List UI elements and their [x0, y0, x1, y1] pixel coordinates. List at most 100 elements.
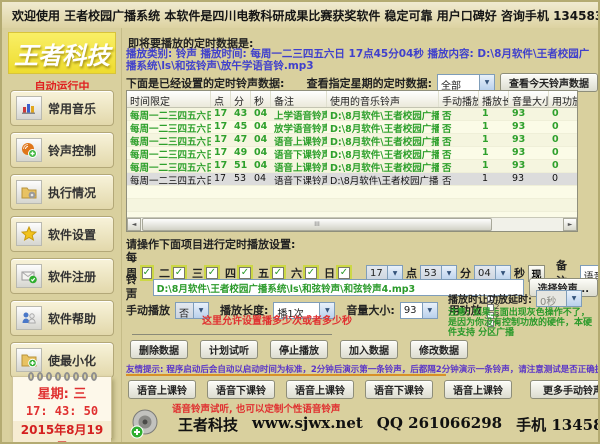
ring-control-icon	[16, 138, 42, 162]
cell-remark: 语音下课铃声	[271, 147, 327, 159]
cell-remark: 语音下课铃声	[271, 173, 327, 185]
footer-qq: QQ 261066298	[377, 414, 502, 435]
table-row[interactable]: 每周一二三四五六日 17 43 04 上学语音铃声 D:\8月软件\王者校园广播…	[127, 108, 577, 121]
action-button[interactable]: 停止播放	[270, 340, 328, 359]
sidebar-item-ring-control[interactable]: 铃声控制	[10, 132, 114, 168]
table-row[interactable]: 每周一二三四五六日 17 49 04 语音下课铃声 D:\8月软件\王者校园广播…	[127, 147, 577, 160]
chevron-down-icon[interactable]: ▼	[479, 75, 494, 90]
sidebar-item-label: 软件帮助	[48, 310, 96, 327]
column-header[interactable]: 手动播放	[439, 91, 479, 107]
cell-volume: 93	[509, 108, 549, 120]
column-header[interactable]: 秒	[251, 91, 271, 107]
footer-bar: 王者科技 www.sjwx.net QQ 261066298 手机 134583…	[128, 408, 600, 440]
table-header: 时间限定点分秒备注使用的音乐铃声手动播放播放长音量大小用功放	[127, 91, 577, 108]
clock-time: 17: 43: 50	[13, 404, 111, 418]
horizontal-scrollbar[interactable]: ◄ ⦀⦀ ►	[127, 217, 577, 231]
voice-bell-button[interactable]: 语音下课铃	[207, 380, 275, 399]
voice-bell-button[interactable]: 语音上课铃	[128, 380, 196, 399]
cell-hour: 17	[211, 160, 231, 172]
footer-website[interactable]: www.sjwx.net	[252, 414, 363, 435]
cell-time-limit: 每周一二三四五六日	[127, 134, 211, 146]
tip-underline	[126, 374, 446, 376]
table-row[interactable]: 每周一二三四五六日 17 53 04 语音下课铃声 D:\8月软件\王者校园广播…	[127, 173, 577, 186]
clock-weekday: 星期: 三	[13, 383, 111, 402]
column-header[interactable]: 使用的音乐铃声	[327, 91, 439, 107]
cell-length: 1	[479, 173, 509, 185]
column-header[interactable]: 用功放	[549, 91, 578, 107]
action-button[interactable]: 加入数据	[340, 340, 398, 359]
chevron-down-icon: ▼	[566, 291, 581, 306]
amp-note: 注意: 如果上面出现灰色操作不了，是因为你没有控制功放的硬件，本硬件支持 分区广…	[448, 308, 594, 338]
cell-volume: 93	[509, 147, 549, 159]
volume-select[interactable]: 93▼	[400, 302, 438, 319]
week-filter-label: 查看指定星期的定时数据:	[307, 75, 432, 91]
cell-amp: 0	[549, 147, 578, 159]
cell-manual: 否	[439, 121, 479, 133]
sidebar-item-label: 执行情况	[48, 184, 96, 201]
week-filter-select[interactable]: 全部 ▼	[437, 74, 495, 91]
column-header[interactable]: 分	[231, 91, 251, 107]
scrollbar-thumb[interactable]: ⦀⦀	[142, 218, 492, 231]
column-header[interactable]: 备注	[271, 91, 327, 107]
cell-time-limit: 每周一二三四五六日	[127, 121, 211, 133]
sidebar-item-help[interactable]: 软件帮助	[10, 300, 114, 336]
action-button[interactable]: 计划试听	[200, 340, 258, 359]
empty-rows-area	[127, 186, 577, 217]
column-header[interactable]: 播放长	[479, 91, 509, 107]
table-row[interactable]: 每周一二三四五六日 17 51 04 语音上课铃声 D:\8月软件\王者校园广播…	[127, 160, 577, 173]
column-header[interactable]: 音量大小	[509, 91, 549, 107]
table-row[interactable]: 每周一二三四五六日 17 47 04 语音上课铃声 D:\8月软件\王者校园广播…	[127, 134, 577, 147]
cell-amp: 0	[549, 108, 578, 120]
sidebar-item-label: 软件设置	[48, 226, 96, 243]
cell-ring-path: D:\8月软件\王者校园广播系...	[327, 147, 439, 159]
sidebar: 王者科技 自动运行中 常用音乐 铃声控制 执行情况 软件设置	[2, 28, 122, 442]
cell-ring-path: D:\8月软件\王者校园广播系...	[327, 121, 439, 133]
voice-bell-button[interactable]: 语音下课铃	[365, 380, 433, 399]
clock-widget: 星期: 三 17: 43: 50 2015年8月19日	[12, 376, 112, 438]
cell-volume: 93	[509, 160, 549, 172]
cell-length: 1	[479, 121, 509, 133]
cell-volume: 93	[509, 121, 549, 133]
cell-remark: 语音上课铃声	[271, 160, 327, 172]
table-row[interactable]: 每周一二三四五六日 17 45 04 放学语音铃声 D:\8月软件\王者校园广播…	[127, 121, 577, 134]
sidebar-item-music[interactable]: 常用音乐	[10, 90, 114, 126]
voice-bell-button[interactable]: 语音上课铃	[444, 380, 512, 399]
more-bells-button[interactable]: 更多手动铃声...	[530, 380, 600, 399]
cell-hour: 17	[211, 108, 231, 120]
cell-remark: 上学语音铃声	[271, 108, 327, 120]
star-icon	[16, 222, 42, 246]
data-action-buttons: 删除数据计划试听停止播放加入数据修改数据	[130, 340, 468, 359]
footer-brand: 王者科技	[178, 414, 238, 435]
cell-amp: 0	[549, 173, 578, 185]
column-header[interactable]: 时间限定	[127, 91, 211, 107]
cell-minute: 51	[231, 160, 251, 172]
cell-time-limit: 每周一二三四五六日	[127, 173, 211, 185]
length-hint: 这里允许设置播多少次或者多少秒	[202, 312, 352, 327]
sidebar-item-execution[interactable]: 执行情况	[10, 174, 114, 210]
speaker-icon	[128, 408, 164, 440]
bar-chart-icon	[16, 96, 42, 120]
voice-bell-buttons: 语音上课铃语音下课铃语音上课铃语音下课铃语音上课铃 更多手动铃声...	[128, 380, 600, 399]
scroll-right-icon[interactable]: ►	[563, 218, 577, 231]
schedule-table: 时间限定点分秒备注使用的音乐铃声手动播放播放长音量大小用功放 每周一二三四五六日…	[126, 90, 578, 232]
cell-length: 1	[479, 134, 509, 146]
action-button[interactable]: 删除数据	[130, 340, 188, 359]
sidebar-item-register[interactable]: 软件注册	[10, 258, 114, 294]
sidebar-item-label: 常用音乐	[48, 100, 96, 117]
cell-ring-path: D:\8月软件\王者校园广播系...	[327, 134, 439, 146]
scroll-left-icon[interactable]: ◄	[127, 218, 141, 231]
mail-check-icon	[16, 264, 42, 288]
action-button[interactable]: 修改数据	[410, 340, 468, 359]
volume-label: 音量大小:	[346, 302, 394, 318]
table-section-label: 下面是已经设置的定时铃声数据:	[126, 75, 284, 91]
chevron-down-icon[interactable]: ▼	[422, 303, 437, 318]
column-header[interactable]: 点	[211, 91, 231, 107]
sidebar-item-settings[interactable]: 软件设置	[10, 216, 114, 252]
cell-second: 04	[251, 121, 271, 133]
cell-second: 04	[251, 173, 271, 185]
cell-length: 1	[479, 108, 509, 120]
cell-volume: 93	[509, 173, 549, 185]
cell-second: 04	[251, 108, 271, 120]
footer-phone: 手机 13458323058	[516, 414, 600, 435]
voice-bell-button[interactable]: 语音上课铃	[286, 380, 354, 399]
